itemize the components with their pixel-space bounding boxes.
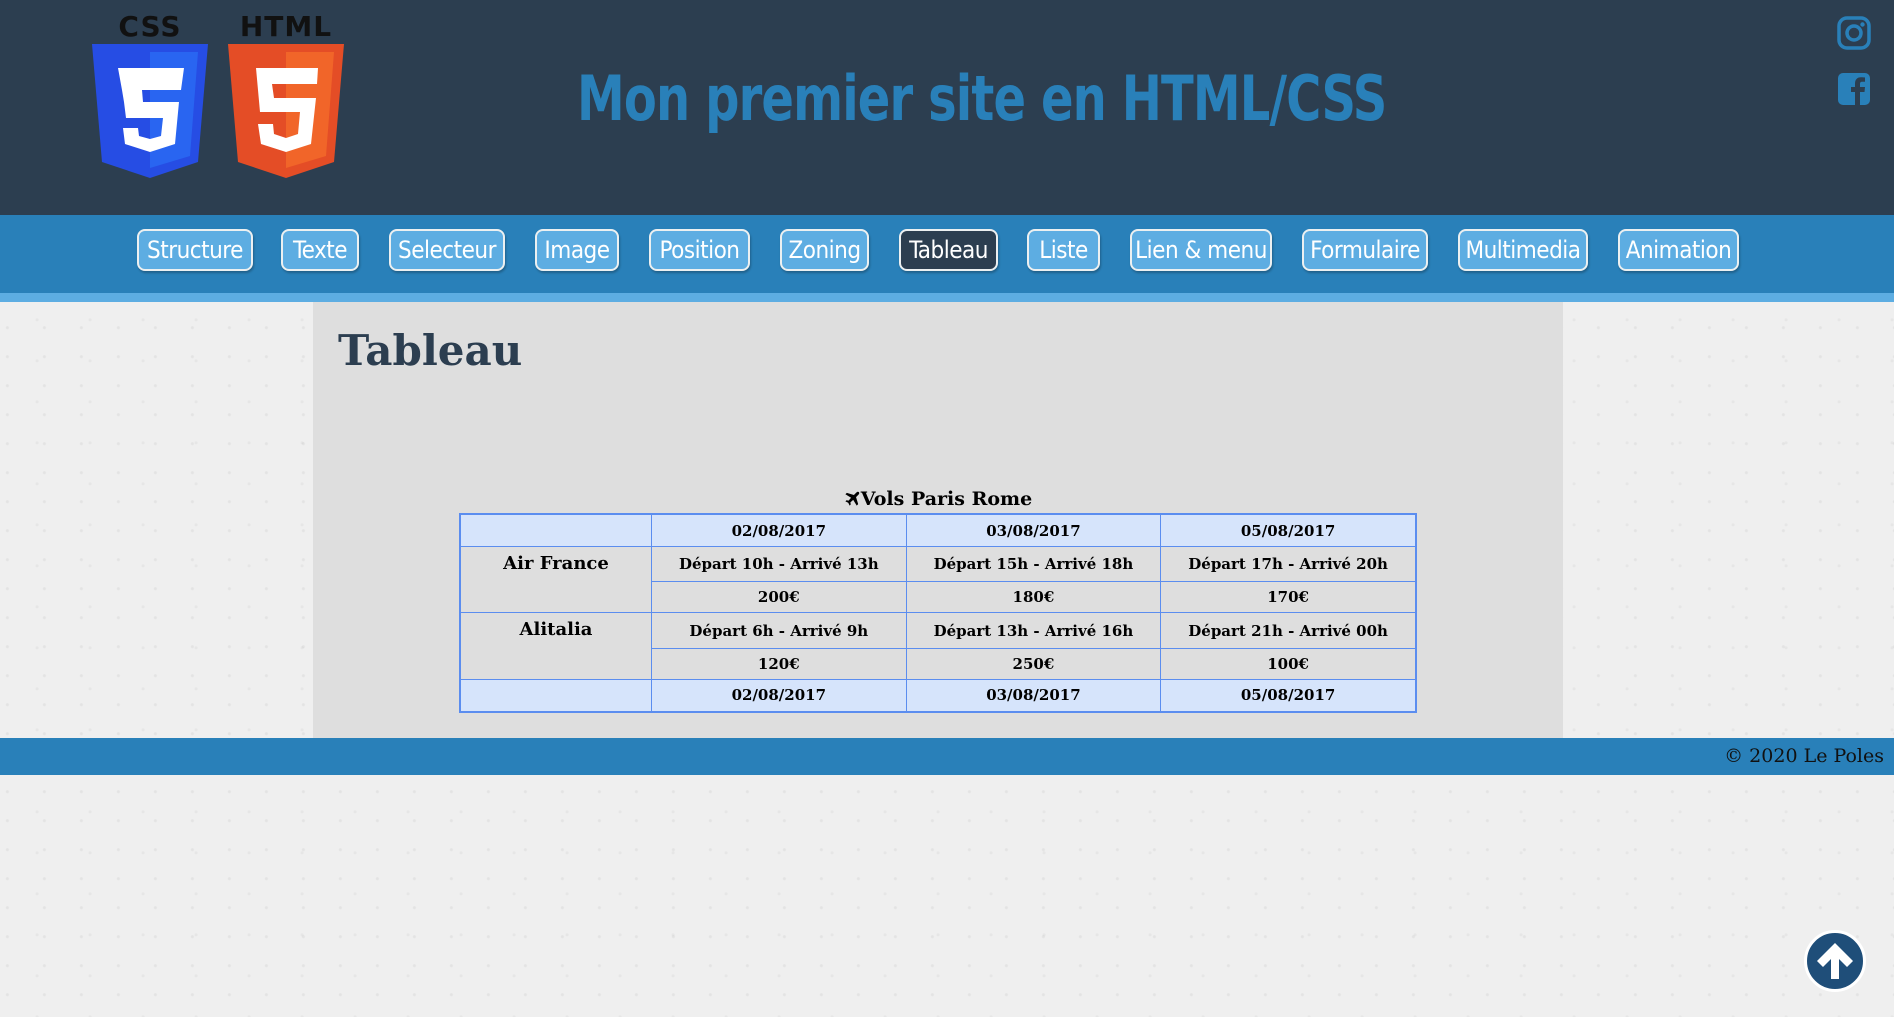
schedule-cell: Départ 10h - Arrivé 13h: [651, 546, 907, 583]
table-caption-text: Vols Paris Rome: [860, 488, 1033, 510]
nav-item-tableau[interactable]: Tableau: [899, 229, 998, 271]
nav-item-multimedia[interactable]: Multimedia: [1458, 229, 1588, 271]
site-title: Mon premier site en HTML/CSS: [577, 62, 1387, 135]
site-footer: © 2020 Le Poles: [0, 738, 1894, 775]
date-header-cell: 02/08/2017: [651, 513, 907, 548]
price-cell: 100€: [1160, 647, 1417, 680]
price-cell: 120€: [651, 647, 907, 680]
nav-item-image[interactable]: Image: [535, 229, 619, 271]
site-header: CSS HTML Mon premier site en HTML/CSS: [0, 0, 1894, 215]
html5-logo: HTML: [228, 12, 344, 180]
facebook-icon[interactable]: [1836, 71, 1872, 107]
instagram-icon[interactable]: [1836, 15, 1872, 51]
date-header-cell: 05/08/2017: [1160, 513, 1417, 548]
nav-item-animation[interactable]: Animation: [1618, 229, 1739, 271]
flights-table: 02/08/2017 03/08/2017 05/08/2017 Air Fra…: [459, 513, 1417, 713]
nav-item-position[interactable]: Position: [649, 229, 750, 271]
main-nav: Structure Texte Selecteur Image Position…: [0, 215, 1894, 302]
table-footer-row: 02/08/2017 03/08/2017 05/08/2017: [459, 678, 1417, 713]
airline-cell: Alitalia: [459, 612, 652, 680]
nav-item-selecteur[interactable]: Selecteur: [389, 229, 505, 271]
date-footer-cell: 03/08/2017: [905, 678, 1162, 713]
plane-icon: [845, 491, 860, 506]
price-cell: 200€: [651, 581, 907, 614]
css-logo-label: CSS: [118, 10, 182, 43]
table-header-row: 02/08/2017 03/08/2017 05/08/2017: [459, 513, 1417, 548]
table-caption: Vols Paris Rome: [459, 488, 1417, 510]
nav-item-zoning[interactable]: Zoning: [780, 229, 869, 271]
html5-shield-icon: [228, 44, 344, 178]
date-footer-cell: 05/08/2017: [1160, 678, 1417, 713]
schedule-cell: Départ 6h - Arrivé 9h: [651, 612, 907, 649]
table-row: Alitalia Départ 6h - Arrivé 9h Départ 13…: [459, 612, 1417, 680]
nav-item-liste[interactable]: Liste: [1027, 229, 1100, 271]
page-title: Tableau: [338, 326, 523, 375]
date-header-cell: 03/08/2017: [905, 513, 1162, 548]
css3-shield-icon: [92, 44, 208, 178]
css3-logo: CSS: [92, 12, 208, 180]
arrow-up-circle-icon: [1817, 943, 1853, 979]
schedule-cell: Départ 15h - Arrivé 18h: [905, 546, 1162, 583]
table-corner-cell: [459, 513, 652, 548]
nav-item-texte[interactable]: Texte: [281, 229, 359, 271]
schedule-cell: Départ 13h - Arrivé 16h: [905, 612, 1162, 649]
copyright-text: © 2020 Le Poles: [1724, 745, 1884, 767]
schedule-cell: Départ 17h - Arrivé 20h: [1160, 546, 1417, 583]
airline-cell: Air France: [459, 546, 652, 614]
html-logo-label: HTML: [239, 10, 333, 43]
price-cell: 250€: [905, 647, 1162, 680]
table-row: Air France Départ 10h - Arrivé 13h Dépar…: [459, 546, 1417, 614]
back-to-top-button[interactable]: [1804, 930, 1866, 992]
price-cell: 170€: [1160, 581, 1417, 614]
nav-item-formulaire[interactable]: Formulaire: [1302, 229, 1428, 271]
date-footer-cell: 02/08/2017: [651, 678, 907, 713]
main-content: Tableau Vols Paris Rome 02/08/2017 03/08…: [313, 302, 1563, 738]
table-corner-cell: [459, 678, 652, 713]
nav-item-structure[interactable]: Structure: [137, 229, 253, 271]
schedule-cell: Départ 21h - Arrivé 00h: [1160, 612, 1417, 649]
nav-item-lien-menu[interactable]: Lien & menu: [1130, 229, 1272, 271]
price-cell: 180€: [905, 581, 1162, 614]
nav-list: Structure Texte Selecteur Image Position…: [0, 229, 1894, 275]
